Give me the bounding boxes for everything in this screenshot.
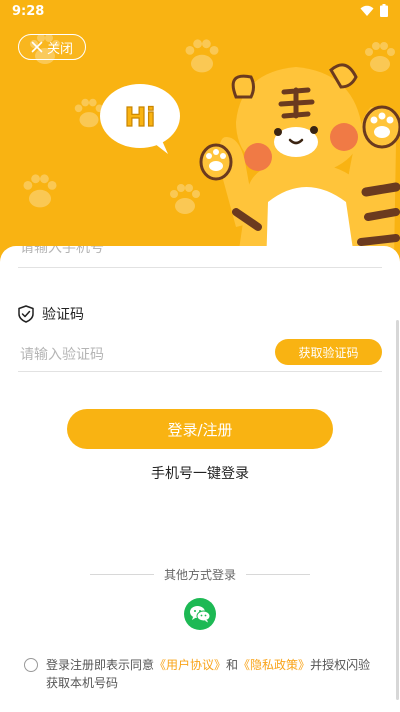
other-login-divider: 其他方式登录 xyxy=(90,566,311,582)
close-button[interactable]: 关闭 xyxy=(18,34,86,60)
agreement-checkbox[interactable] xyxy=(24,658,38,672)
code-label: 验证码 xyxy=(42,307,84,323)
user-agreement-link[interactable]: 《用户协议》 xyxy=(154,658,226,672)
phone-placeholder: 请输入手机号 xyxy=(20,246,104,256)
agreement-and: 和 xyxy=(226,658,239,672)
login-panel: 请输入手机号 验证码 请输入验证码 获取验证码 登录/注册 手机号一键登录 其他… xyxy=(0,246,400,712)
divider-line xyxy=(90,573,154,575)
status-bar: 9:28 xyxy=(0,0,400,24)
close-icon xyxy=(31,41,43,53)
wechat-login-button[interactable] xyxy=(184,598,216,630)
login-register-button[interactable]: 登录/注册 xyxy=(67,409,333,449)
tiger-mascot xyxy=(199,63,400,270)
shield-check-icon xyxy=(18,305,34,323)
close-label: 关闭 xyxy=(46,41,73,57)
agreement-text: 登录注册即表示同意《用户协议》和《隐私政策》并授权闪验获取本机号码 xyxy=(46,656,380,692)
divider-line xyxy=(246,573,311,575)
code-label-row: 验证码 xyxy=(18,304,84,324)
login-screen: 9:28 关闭 Hi 请输入手机号 验证码 请输入验证码 获取验证码 登录/注册… xyxy=(0,0,400,712)
privacy-policy-link[interactable]: 《隐私政策》 xyxy=(238,658,310,672)
paw-print-decoration xyxy=(23,174,57,208)
status-icons xyxy=(360,4,388,17)
header-banner: 9:28 关闭 Hi xyxy=(0,0,400,270)
phone-input[interactable]: 请输入手机号 xyxy=(18,246,382,268)
status-time: 9:28 xyxy=(12,4,45,19)
hi-speech-bubble: Hi xyxy=(100,84,180,154)
wechat-icon xyxy=(190,606,211,623)
scrollbar[interactable] xyxy=(396,320,399,700)
one-key-login-link[interactable]: 手机号一键登录 xyxy=(0,463,400,483)
other-login-label: 其他方式登录 xyxy=(164,567,237,582)
agreement-row: 登录注册即表示同意《用户协议》和《隐私政策》并授权闪验获取本机号码 xyxy=(24,656,380,692)
get-code-button[interactable]: 获取验证码 xyxy=(275,339,382,365)
agreement-prefix: 登录注册即表示同意 xyxy=(46,658,155,672)
bubble-text: Hi xyxy=(125,103,156,133)
battery-icon xyxy=(380,4,388,17)
wifi-icon xyxy=(360,5,374,16)
code-placeholder: 请输入验证码 xyxy=(20,347,104,363)
code-input[interactable]: 请输入验证码 获取验证码 xyxy=(18,336,382,372)
